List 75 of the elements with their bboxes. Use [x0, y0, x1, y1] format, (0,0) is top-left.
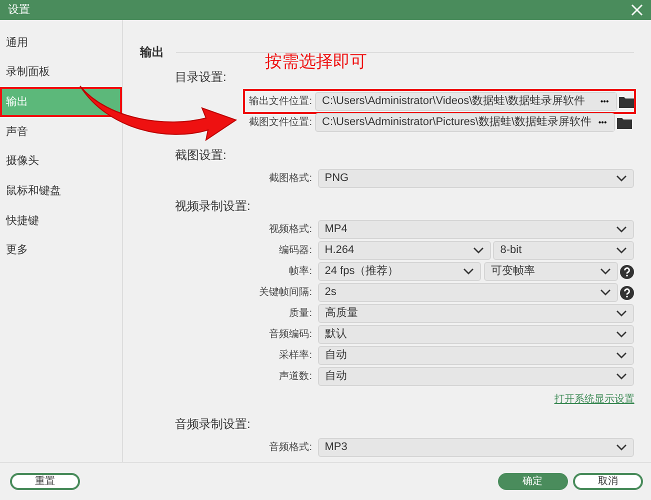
sidebar-item[interactable]: 摄像头 — [0, 146, 122, 176]
group-heading: 视频录制设置: — [174, 198, 252, 215]
dropdown-value: 2s — [324, 285, 336, 300]
window-title: 设置 — [8, 2, 30, 18]
dropdown-value: H.264 — [324, 243, 354, 258]
chevron-icon — [463, 268, 474, 275]
dropdown[interactable]: 2s — [318, 283, 618, 302]
section-heading: 输出 — [140, 44, 164, 61]
help-icon[interactable] — [620, 264, 634, 278]
field-label: 关键帧间隔: — [258, 286, 313, 300]
field-label: 输出文件位置: — [248, 94, 313, 109]
chevron-icon — [616, 352, 628, 359]
path-text: C:\Users\Administrator\Pictures\数据蛙\数据蛙录屏软件 — [322, 114, 592, 130]
help-icon[interactable] — [620, 286, 634, 300]
dropdown[interactable]: H.264 — [318, 241, 491, 260]
chevron-icon — [616, 444, 628, 451]
folder-icon[interactable] — [619, 96, 634, 108]
chevron-icon — [616, 373, 628, 380]
chevron-icon — [600, 289, 611, 296]
path-field[interactable]: C:\Users\Administrator\Videos\数据蛙\数据蛙录屏软件 ••• — [315, 92, 617, 111]
dropdown[interactable]: MP4 — [318, 220, 634, 239]
close-icon[interactable] — [631, 4, 643, 16]
dropdown-value: MP4 — [324, 222, 348, 238]
dropdown[interactable]: MP3 — [318, 438, 634, 457]
path-text: C:\Users\Administrator\Videos\数据蛙\数据蛙录屏软件 — [322, 94, 586, 110]
field-label: 截图文件位置: — [248, 116, 313, 130]
dropdown-value: MP3 — [324, 440, 348, 456]
chevron-icon — [616, 310, 628, 317]
field-label: 质量: — [288, 306, 313, 321]
path-field[interactable]: C:\Users\Administrator\Pictures\数据蛙\数据蛙录屏软件 ••• — [315, 113, 615, 132]
footer-button[interactable]: 重置 — [10, 473, 80, 490]
field-label: 帧率: — [288, 264, 313, 279]
chevron-icon — [472, 247, 484, 254]
dropdown[interactable]: 默认 — [318, 325, 634, 344]
dropdown[interactable]: 可变帧率 — [484, 262, 618, 281]
group-heading: 音频录制设置: — [174, 416, 252, 433]
folder-icon[interactable] — [617, 116, 632, 128]
field-label: 声道数: — [278, 370, 313, 384]
dropdown[interactable]: 高质量 — [318, 304, 634, 323]
dropdown[interactable]: PNG — [318, 169, 634, 188]
field-label: 截图格式: — [268, 172, 313, 186]
field-label: 编码器: — [278, 244, 313, 258]
sidebar-item[interactable]: 快捷键 — [0, 206, 122, 236]
sidebar-item[interactable]: 鼠标和键盘 — [0, 176, 122, 206]
dropdown-value: 自动 — [324, 369, 347, 384]
chevron-icon — [616, 331, 628, 338]
settings-link[interactable]: 打开系统显示设置 — [554, 392, 634, 407]
annotation-text: 按需选择即可 — [265, 51, 367, 73]
footer-button[interactable]: 确定 — [498, 473, 568, 490]
group-heading: 目录设置: — [174, 69, 228, 86]
sidebar-item[interactable]: 通用 — [0, 28, 122, 58]
dropdown-value: 24 fps（推荐） — [324, 264, 399, 280]
sidebar-item[interactable]: 录制面板 — [0, 58, 122, 88]
dropdown[interactable]: 自动 — [318, 346, 634, 365]
dropdown[interactable]: 24 fps（推荐） — [318, 262, 482, 281]
dropdown[interactable]: 自动 — [318, 367, 634, 386]
group-heading: 截图设置: — [174, 147, 228, 164]
dropdown-value: 高质量 — [324, 306, 358, 322]
field-label: 音频编码: — [268, 328, 313, 342]
field-label: 音频格式: — [268, 440, 313, 455]
sidebar-item[interactable]: 更多 — [0, 236, 122, 266]
chevron-icon — [616, 175, 628, 182]
sidebar-item[interactable]: 声音 — [0, 117, 122, 147]
field-label: 视频格式: — [268, 222, 313, 237]
dropdown[interactable]: 8-bit — [493, 241, 634, 260]
dropdown-value: 自动 — [324, 348, 347, 364]
dropdown-value: PNG — [324, 171, 349, 186]
dropdown-value: 可变帧率 — [490, 264, 535, 280]
chevron-icon — [600, 268, 611, 275]
dropdown-value: 默认 — [324, 327, 347, 342]
chevron-icon — [616, 226, 628, 233]
footer-button[interactable]: 取消 — [573, 473, 643, 490]
dropdown-value: 8-bit — [500, 243, 522, 258]
field-label: 采样率: — [278, 348, 313, 363]
chevron-icon — [616, 247, 628, 254]
